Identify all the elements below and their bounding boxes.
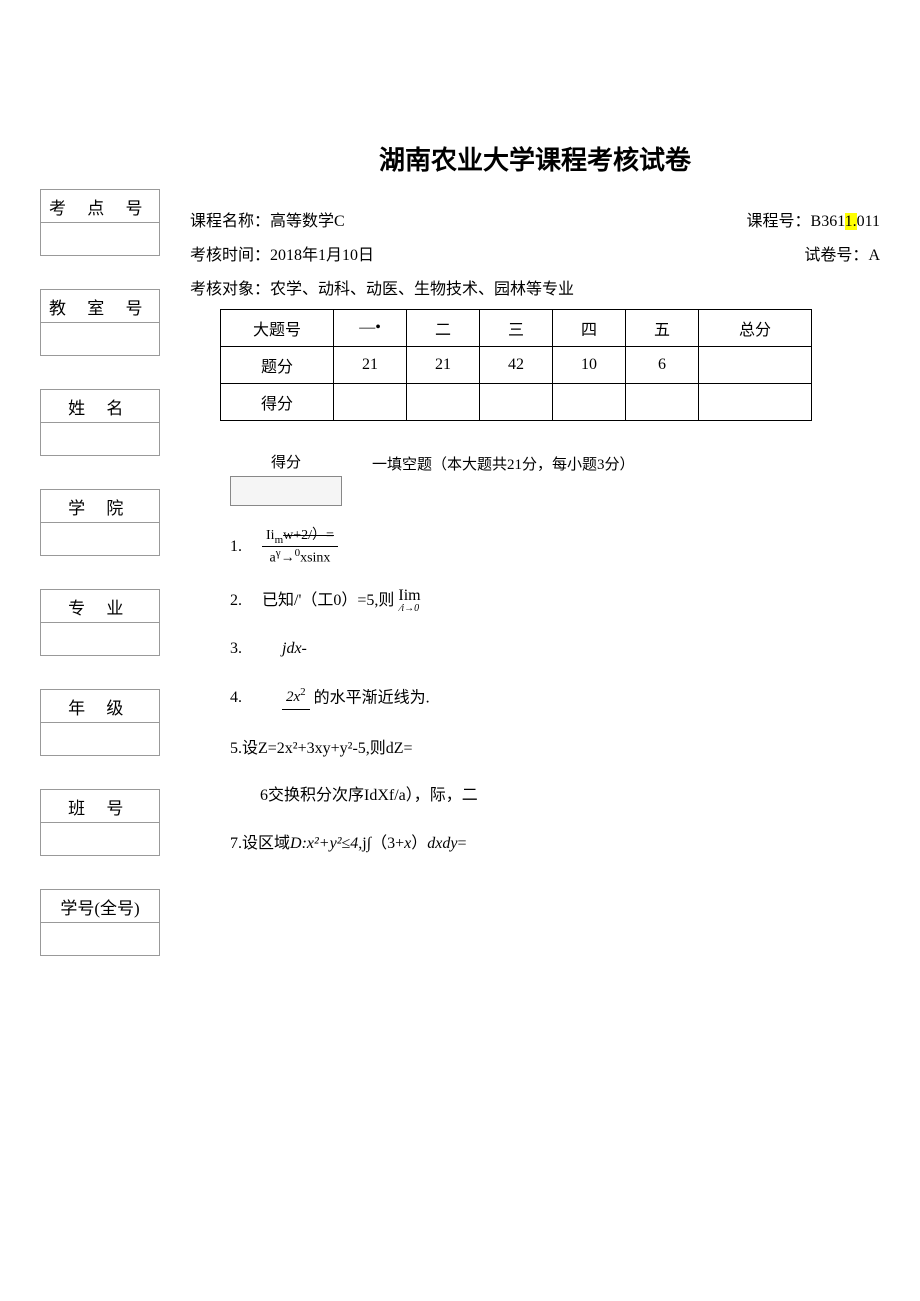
sidebar-input-class[interactable] (40, 822, 160, 856)
question-1: 1. Iimw+2/）= aγ→0xsinx (230, 528, 880, 566)
target-label: 考核对象： (190, 281, 270, 298)
section-score-box: 得分 (230, 451, 342, 506)
exam-content: 湖南农业大学课程考核试卷 课程名称：高等数学C 课程号：B3611.011 考核… (190, 140, 880, 878)
paper-no-value: A (868, 247, 880, 264)
sidebar-input-grade[interactable] (40, 722, 160, 756)
question-4: 4. 2x2 的水平渐近线为. (230, 684, 880, 714)
sidebar-label-name: 姓 名 (40, 389, 160, 423)
section-score-label: 得分 (271, 451, 301, 472)
meta-target-row: 考核对象：农学、动科、动医、生物技术、园林等专业 (190, 275, 880, 299)
page-title: 湖南农业大学课程考核试卷 (190, 140, 880, 177)
question-2: 2. 已知/'（工0）=5,则 Iim ∕i→0 (230, 588, 880, 614)
table-row: 得分 (221, 384, 812, 421)
sidebar-label-room: 教 室 号 (40, 289, 160, 323)
sidebar-input-student-id[interactable] (40, 922, 160, 956)
q2-lim: Iim ∕i→0 (398, 588, 420, 614)
section-header: 得分 一填空题（本大题共21分，每小题3分） (230, 451, 880, 506)
paper-no-label: 试卷号： (804, 247, 868, 264)
meta-course-row: 课程名称：高等数学C 课程号：B3611.011 (190, 207, 880, 231)
sidebar-input-major[interactable] (40, 622, 160, 656)
table-row: 题分 21 21 42 10 6 (221, 347, 812, 384)
q1-expression: Iimw+2/）= aγ→0xsinx (262, 528, 338, 566)
sidebar-label-exam-site: 考 点 号 (40, 189, 160, 223)
sidebar-input-room[interactable] (40, 322, 160, 356)
sidebar-label-class: 班 号 (40, 789, 160, 823)
course-number: 课程号：B3611.011 (747, 207, 881, 231)
section-score-input[interactable] (230, 476, 342, 506)
sidebar-label-college: 学 院 (40, 489, 160, 523)
target-value: 农学、动科、动医、生物技术、园林等专业 (270, 281, 574, 298)
question-6: 6交换积分次序IdXf/a），际，二 (260, 783, 880, 809)
section-title: 一填空题（本大题共21分，每小题3分） (372, 451, 635, 474)
sidebar-input-college[interactable] (40, 522, 160, 556)
question-7: 7.设区域D:x²+y²≤4,j∫（3+x）dxdy= (230, 831, 880, 857)
time-value: 2018年1月10日 (270, 247, 374, 264)
sidebar-label-student-id: 学号(全号) (40, 889, 160, 923)
exam-form-sidebar: 考 点 号 教 室 号 姓 名 学 院 专 业 年 级 班 号 学号(全号) (40, 190, 160, 956)
q4-fraction: 2x2 (282, 684, 310, 714)
questions-list: 1. Iimw+2/）= aγ→0xsinx 2. 已知/'（工0）=5,则 (230, 528, 880, 856)
question-5: 5.设Z=2x²+3xy+y²-5,则dZ= (230, 736, 880, 762)
question-3: 3. jdx- (230, 636, 880, 662)
sidebar-input-name[interactable] (40, 422, 160, 456)
sidebar-input-exam-site[interactable] (40, 222, 160, 256)
sidebar-label-major: 专 业 (40, 589, 160, 623)
sidebar-label-grade: 年 级 (40, 689, 160, 723)
meta-time-row: 考核时间：2018年1月10日 试卷号：A (190, 241, 880, 265)
course-name: 高等数学C (270, 213, 345, 230)
score-table: 大题号 —• 二 三 四 五 总分 题分 21 21 42 10 6 (220, 309, 812, 421)
time-label: 考核时间： (190, 247, 270, 264)
table-row: 大题号 —• 二 三 四 五 总分 (221, 310, 812, 347)
course-label: 课程名称： (190, 213, 270, 230)
